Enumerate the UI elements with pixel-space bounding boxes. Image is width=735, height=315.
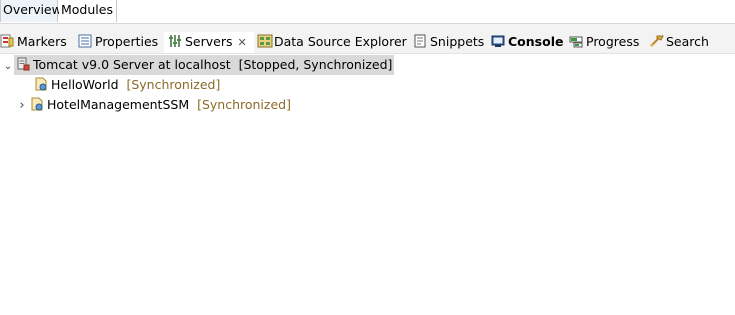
tab-properties-label: Properties — [95, 34, 159, 49]
tab-progress[interactable]: Progress — [569, 32, 639, 53]
console-icon — [491, 34, 505, 48]
tab-servers-label: Servers — [185, 34, 233, 49]
tab-search-label: Search — [666, 34, 709, 49]
web-module-icon — [30, 97, 44, 111]
tab-data-source-explorer[interactable]: Data Source Explorer — [257, 32, 407, 53]
tab-snippets[interactable]: Snippets — [413, 32, 484, 53]
editor-tab-bar: Overview Modules — [0, 0, 735, 24]
module-status: [Synchronized] — [126, 77, 221, 92]
tab-console-label: Console — [508, 34, 564, 49]
tab-console[interactable]: Console — [491, 32, 563, 53]
collapse-arrow-icon[interactable]: ⌄ — [2, 57, 14, 77]
panel-separator — [0, 24, 735, 32]
tab-properties[interactable]: Properties — [78, 32, 158, 53]
search-icon — [649, 34, 664, 48]
module-status: [Synchronized] — [197, 97, 291, 112]
markers-icon — [0, 34, 14, 48]
tab-markers[interactable]: Markers — [0, 32, 67, 53]
data-source-explorer-icon — [257, 34, 273, 48]
tab-search[interactable]: Search — [649, 32, 709, 53]
view-tab-bar: Markers Properties Servers ✕ Data Source … — [0, 32, 735, 54]
server-name: Tomcat v9.0 Server at localhost — [33, 57, 231, 72]
tab-snippets-label: Snippets — [430, 34, 485, 49]
tab-overview[interactable]: Overview — [0, 0, 62, 22]
server-row[interactable]: ⌄ Tomcat v9.0 Server at localhost [Stopp… — [0, 55, 395, 77]
server-icon — [16, 57, 30, 71]
module-row[interactable]: › HotelManagementSSM [Synchronized] — [16, 95, 291, 115]
snippets-icon — [413, 34, 427, 48]
properties-icon — [78, 34, 92, 48]
servers-icon — [168, 34, 182, 48]
tab-data-source-explorer-label: Data Source Explorer — [274, 34, 407, 49]
expand-arrow-icon[interactable]: › — [16, 96, 28, 116]
tab-servers[interactable]: Servers ✕ — [164, 32, 254, 53]
server-status: [Stopped, Synchronized] — [238, 57, 393, 72]
close-servers-tab-icon[interactable]: ✕ — [238, 33, 247, 53]
module-row[interactable]: HelloWorld [Synchronized] — [20, 75, 220, 95]
tab-markers-label: Markers — [17, 34, 67, 49]
tab-progress-label: Progress — [586, 34, 640, 49]
module-name: HelloWorld — [51, 77, 119, 92]
tab-modules[interactable]: Modules — [59, 0, 117, 22]
module-name: HotelManagementSSM — [47, 97, 190, 112]
web-module-icon — [34, 77, 48, 91]
progress-icon — [569, 34, 583, 48]
